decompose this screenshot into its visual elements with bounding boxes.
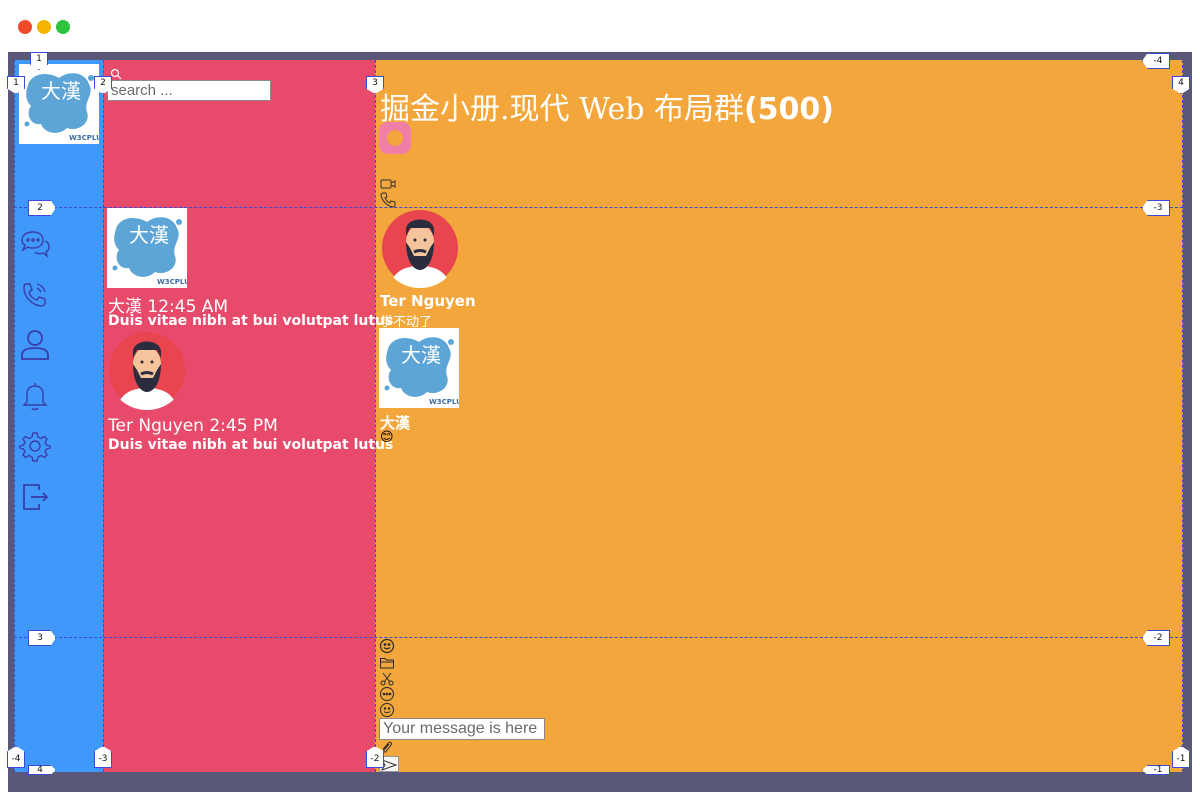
message-avatar-ter-nguyen (380, 208, 460, 288)
conversation-avatar-ter-nguyen[interactable] (107, 330, 187, 410)
gear-icon[interactable] (19, 430, 51, 462)
grid-row-label: -2 (1142, 630, 1170, 646)
maximize-window-button[interactable] (56, 20, 70, 34)
grid-line-col-1 (14, 60, 15, 772)
grid-line-row-3 (14, 637, 1183, 638)
grid-line-col-2 (103, 60, 104, 772)
grid-row-label: 3 (28, 630, 56, 646)
user-icon[interactable] (19, 328, 51, 360)
message-input[interactable] (379, 718, 545, 740)
search-input[interactable] (107, 80, 271, 101)
logout-icon[interactable] (19, 481, 51, 513)
chat-panel (375, 60, 1183, 772)
grid-line-row-2 (14, 207, 1183, 208)
phone-icon[interactable] (380, 192, 396, 208)
conversation-time: 2:45 PM (209, 416, 278, 436)
chat-title: 掘金小册.现代 Web 布局群(500) (380, 84, 834, 128)
group-badge-icon (379, 122, 411, 154)
grid-line-col-3 (375, 60, 376, 772)
chat-title-text: 掘金小册.现代 Web 布局群 (380, 92, 744, 127)
window-titlebar (0, 0, 1200, 52)
folder-icon[interactable] (379, 655, 395, 671)
app-logo: 大漢 W3CPLUS (19, 64, 99, 144)
avatar-logo-text: 大漢 (129, 223, 169, 247)
more-dots-icon[interactable] (379, 686, 395, 702)
grid-row-label: -3 (1142, 200, 1170, 216)
logo-text-part-1: 大漢 (41, 79, 81, 103)
smiley-alt-icon[interactable] (379, 702, 395, 718)
close-window-button[interactable] (18, 20, 32, 34)
grid-row-label: 4 (28, 765, 56, 775)
avatar-logo-brand: W3CPLUS (429, 398, 459, 406)
chat-bubbles-icon[interactable] (19, 228, 51, 260)
grid-row-label: -1 (1142, 765, 1170, 775)
conversation-preview: Duis vitae nibh at bui volutpat lutus (108, 437, 394, 453)
avatar-logo-brand: W3CPLUS (157, 278, 187, 286)
grid-row-label: 2 (28, 200, 56, 216)
conversation-title[interactable]: Ter Nguyen 2:45 PM (108, 416, 278, 436)
scissors-icon[interactable] (379, 671, 395, 687)
message-avatar-dahan: 大漢 W3CPLUS (379, 328, 459, 408)
message-text: 😊 (380, 430, 394, 445)
conversation-avatar-dahan[interactable]: 大漢 W3CPLUS (107, 208, 187, 288)
logo-brand: W3CPLUS (69, 134, 99, 142)
conversation-preview: Duis vitae nibh at bui volutpat lutus (108, 313, 394, 329)
smiley-icon[interactable] (379, 638, 395, 654)
minimize-window-button[interactable] (37, 20, 51, 34)
bell-icon[interactable] (19, 380, 51, 412)
video-camera-icon[interactable] (380, 176, 396, 192)
avatar-logo-text: 大漢 (401, 343, 441, 367)
phone-call-icon[interactable] (19, 278, 51, 310)
nav-sidebar (14, 60, 103, 772)
message-sender: Ter Nguyen (380, 292, 476, 310)
search-icon (110, 65, 122, 80)
grid-row-label: -4 (1142, 53, 1170, 69)
conversation-name: Ter Nguyen (108, 416, 204, 436)
grid-line-col-4 (1182, 60, 1183, 772)
member-count: (500) (743, 92, 835, 127)
